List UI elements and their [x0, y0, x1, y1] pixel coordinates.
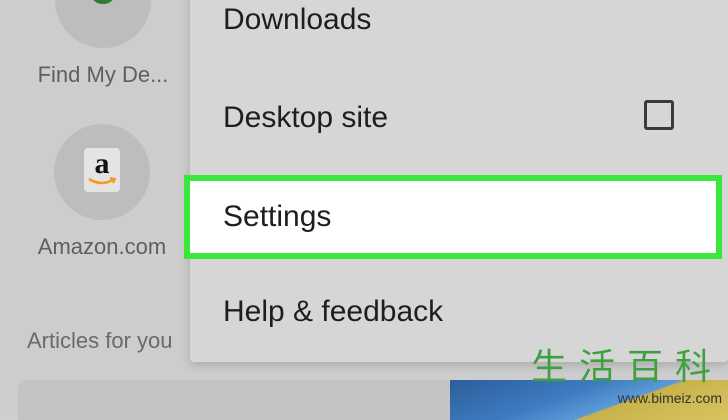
menu-item-label: Help & feedback: [223, 295, 444, 328]
watermark-char: 科: [674, 347, 711, 388]
menu-item-label: Settings: [223, 200, 332, 233]
watermark-char: 活: [578, 347, 615, 388]
find-my-device-icon: [89, 0, 117, 4]
shortcut-circle: [55, 0, 151, 48]
menu-item-downloads[interactable]: Downloads: [190, 0, 728, 68]
amazon-letter: a: [94, 147, 110, 180]
watermark-url: www.bimeiz.com: [617, 390, 722, 406]
articles-heading: Articles for you: [27, 328, 173, 353]
menu-item-label: Desktop site: [223, 101, 389, 134]
watermark: 生 活 百 科 www.bimeiz.com: [525, 348, 728, 410]
shortcut-amazon[interactable]: a Amazon.com: [22, 124, 182, 260]
amazon-smile-icon: [88, 177, 116, 185]
watermark-char: 百: [626, 347, 663, 388]
watermark-char: 生: [530, 347, 567, 388]
shortcut-label: Amazon.com: [37, 234, 167, 259]
menu-item-desktop-site[interactable]: Desktop site: [190, 70, 728, 166]
shortcut-label: Find My De...: [37, 62, 169, 87]
menu-item-settings[interactable]: Settings: [184, 175, 722, 259]
shortcut-circle: a: [54, 124, 150, 220]
watermark-logo: 生 活 百 科: [525, 348, 728, 388]
shortcut-find-my-device[interactable]: Find My De...: [28, 0, 178, 88]
amazon-icon: a: [84, 148, 120, 192]
article-card[interactable]: [18, 380, 458, 420]
desktop-site-checkbox[interactable]: [644, 100, 674, 130]
menu-item-label: Downloads: [223, 3, 372, 36]
menu-item-help-feedback[interactable]: Help & feedback: [190, 264, 728, 360]
